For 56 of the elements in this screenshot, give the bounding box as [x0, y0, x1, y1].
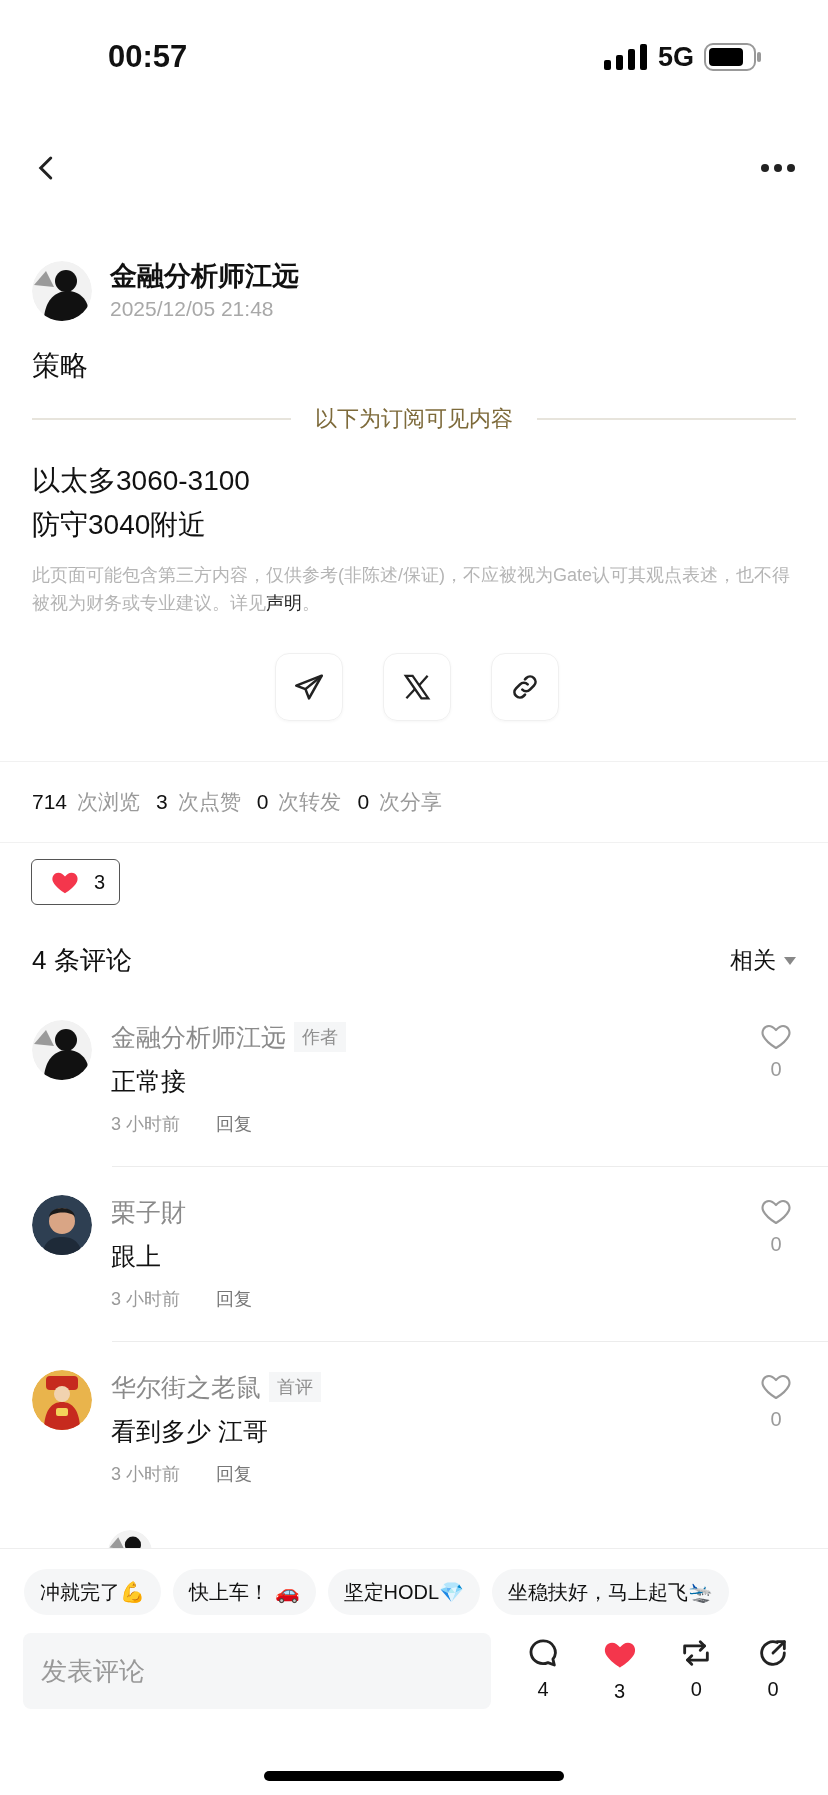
comment-time: 3 小时前 — [111, 1288, 180, 1311]
quick-reply-chip[interactable]: 坚定HODL💎 — [327, 1569, 481, 1615]
caret-icon — [784, 956, 796, 965]
avatar-icon — [32, 1370, 92, 1430]
stat-label: 次浏览 — [77, 789, 141, 816]
quick-reply-chip[interactable]: 快上车！ 🚗 — [173, 1569, 316, 1615]
comment-time: 3 小时前 — [111, 1113, 180, 1136]
disclaimer-text: 此页面可能包含第三方内容，仅供参考(非陈述/保证)，不应被视为Gate认可其观点表述，也不得被视为财务或专业建议。详见声明。 — [32, 564, 791, 615]
comment-text: 看到多少 江哥 — [111, 1416, 269, 1447]
like-count: 0 — [770, 1407, 782, 1432]
stat-count: 0 — [256, 789, 269, 816]
share-button[interactable] — [275, 653, 343, 721]
comment-input[interactable]: 发表评论 — [23, 1633, 491, 1709]
action-button[interactable]: 3 — [597, 1636, 642, 1706]
stat-label: 次转发 — [278, 789, 342, 816]
signal-icon — [603, 44, 648, 70]
sort-dropdown[interactable]: 相关 — [730, 943, 796, 978]
action-button[interactable]: 0 — [674, 1636, 719, 1706]
avatar-icon — [32, 1020, 92, 1080]
statement-link[interactable]: 声明 — [266, 593, 302, 613]
like-count: 0 — [770, 1232, 782, 1257]
stat-label: 次分享 — [379, 789, 443, 816]
x-logo-icon — [402, 672, 432, 702]
post-line: 以太多3060-3100 — [32, 464, 251, 498]
network-label: 5G — [657, 40, 694, 74]
author-tag: 首评 — [269, 1372, 321, 1402]
action-button[interactable]: 0 — [750, 1636, 795, 1706]
battery-icon — [704, 43, 762, 71]
post-date: 2025/12/05 21:48 — [110, 296, 275, 322]
stat-count: 0 — [357, 789, 370, 816]
author-tag: 作者 — [294, 1022, 346, 1052]
share-button[interactable] — [383, 653, 451, 721]
stat-count: 714 — [32, 789, 68, 816]
stat-label: 次点赞 — [177, 789, 241, 816]
stat-count: 3 — [156, 789, 168, 816]
reply-link[interactable]: 回复 — [216, 1462, 252, 1486]
comment-time: 3 小时前 — [111, 1463, 180, 1486]
reply-link[interactable]: 回复 — [216, 1112, 252, 1136]
avatar-icon — [32, 261, 92, 321]
subscriber-divider-label: 以下为订阅可见内容 — [315, 405, 513, 433]
avatar-icon — [32, 1195, 92, 1255]
reply-link[interactable]: 回复 — [216, 1287, 252, 1311]
quick-reply-chip[interactable]: 坐稳扶好，马上起飞🛬 — [492, 1569, 730, 1615]
reaction-button[interactable]: 3 — [31, 859, 120, 905]
like-count: 0 — [770, 1057, 782, 1082]
comments-heading: 4 条评论 — [32, 944, 132, 977]
comment-text: 跟上 — [111, 1241, 162, 1272]
action-button[interactable]: 4 — [521, 1636, 565, 1706]
quick-reply-chip[interactable]: 冲就完了💪 — [24, 1569, 161, 1615]
share-button[interactable] — [491, 653, 559, 721]
post-line: 防守3040附近 — [32, 508, 208, 542]
more-button[interactable] — [760, 163, 796, 173]
post-title: 策略 — [32, 349, 89, 383]
comment-text: 正常接 — [111, 1066, 187, 1097]
status-time: 00:57 — [108, 37, 188, 76]
author-name[interactable]: 金融分析师江远 — [110, 258, 299, 294]
